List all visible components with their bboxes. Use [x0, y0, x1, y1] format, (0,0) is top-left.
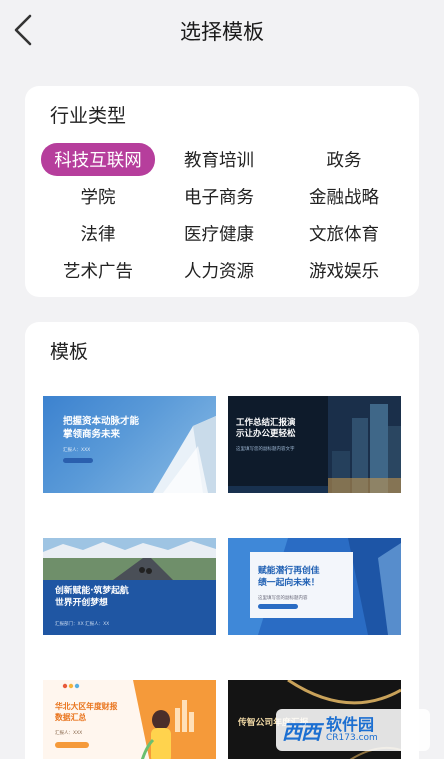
tag-education[interactable]: 教育培训	[157, 141, 281, 178]
template-button-shape	[63, 458, 93, 463]
template-subtitle: 汇报人：XXX	[55, 731, 83, 736]
templates-section-title: 模板	[50, 341, 89, 363]
tag-label: 医疗健康	[184, 225, 254, 245]
site-watermark: 西西 软件园 CR173.com	[276, 709, 430, 751]
template-subtitle: 汇报部门：XX 汇报人：XX	[55, 622, 110, 627]
tag-label: 科技互联网	[41, 143, 155, 176]
template-thumbnail[interactable]: 创新赋能·筑梦起航 世界开创梦想 汇报部门：XX 汇报人：XX	[43, 538, 216, 635]
tag-medical[interactable]: 医疗健康	[157, 215, 281, 252]
tag-gaming[interactable]: 游戏娱乐	[281, 252, 407, 289]
tag-label: 游戏娱乐	[309, 262, 379, 282]
template-button-shape	[258, 604, 298, 609]
template-title: 工作总结汇报演 示让办公更轻松	[236, 418, 296, 440]
template-title: 创新赋能·筑梦起航 世界开创梦想	[55, 586, 129, 608]
template-button-shape	[55, 742, 89, 748]
tag-label: 金融战略	[309, 188, 379, 208]
tag-culture-sports[interactable]: 文旅体育	[281, 215, 407, 252]
template-subtitle: 这里填写您的副标题内容文字	[236, 447, 295, 452]
page-title: 选择模板	[180, 20, 264, 44]
tag-label: 人力资源	[184, 262, 254, 282]
tag-art-ads[interactable]: 艺术广告	[39, 252, 157, 289]
templates-card: 模板 把握资本动脉才能 掌领商务未来 汇报人：XXX 工作总结汇报演 示让办公更…	[25, 322, 419, 759]
tag-government[interactable]: 政务	[281, 141, 407, 178]
industry-tag-grid: 科技互联网 教育培训 政务 学院 电子商务 金融战略 法律 医疗健康 文旅体育 …	[39, 141, 407, 289]
template-thumbnail[interactable]: 华北大区年度财报 数据汇总 汇报人：XXX	[43, 680, 216, 759]
tag-label: 政务	[326, 151, 362, 171]
city-skyline-illustration	[228, 396, 401, 493]
tag-label: 学院	[80, 188, 116, 208]
tag-finance[interactable]: 金融战略	[281, 178, 407, 215]
watermark-text: 软件园 CR173.com	[326, 716, 378, 743]
template-subtitle: 汇报人：XXX	[63, 448, 91, 453]
tag-label: 法律	[80, 225, 116, 245]
tag-tech-internet[interactable]: 科技互联网	[39, 141, 157, 178]
industry-card: 行业类型 科技互联网 教育培训 政务 学院 电子商务 金融战略 法律 医疗健康 …	[25, 86, 419, 297]
tag-label: 艺术广告	[63, 262, 133, 282]
tag-label: 电子商务	[184, 188, 254, 208]
watermark-main-text: 软件园	[326, 715, 375, 735]
template-subtitle: 这里填写您的副标题内容	[258, 596, 308, 601]
template-thumbnail[interactable]: 赋能潜行再创佳 绩一起向未来！ 这里填写您的副标题内容	[228, 538, 401, 635]
tag-label: 文旅体育	[309, 225, 379, 245]
tag-academy[interactable]: 学院	[39, 178, 157, 215]
building-illustration	[153, 416, 216, 493]
template-thumbnail[interactable]: 工作总结汇报演 示让办公更轻松 这里填写您的副标题内容文字	[228, 396, 401, 493]
template-title: 华北大区年度财报 数据汇总	[55, 702, 118, 722]
watermark-logo: 西西	[282, 719, 321, 744]
tag-label: 教育培训	[184, 151, 254, 171]
tag-hr[interactable]: 人力资源	[157, 252, 281, 289]
tag-law[interactable]: 法律	[39, 215, 157, 252]
industry-section-title: 行业类型	[50, 105, 127, 127]
template-title: 赋能潜行再创佳 绩一起向未来！	[258, 566, 320, 588]
tag-ecommerce[interactable]: 电子商务	[157, 178, 281, 215]
template-thumbnail[interactable]: 把握资本动脉才能 掌领商务未来 汇报人：XXX	[43, 396, 216, 493]
app-header: 选择模板	[0, 0, 444, 62]
watermark-sub-text: CR173.com	[326, 732, 378, 743]
template-title: 把握资本动脉才能 掌领商务未来	[63, 416, 140, 440]
